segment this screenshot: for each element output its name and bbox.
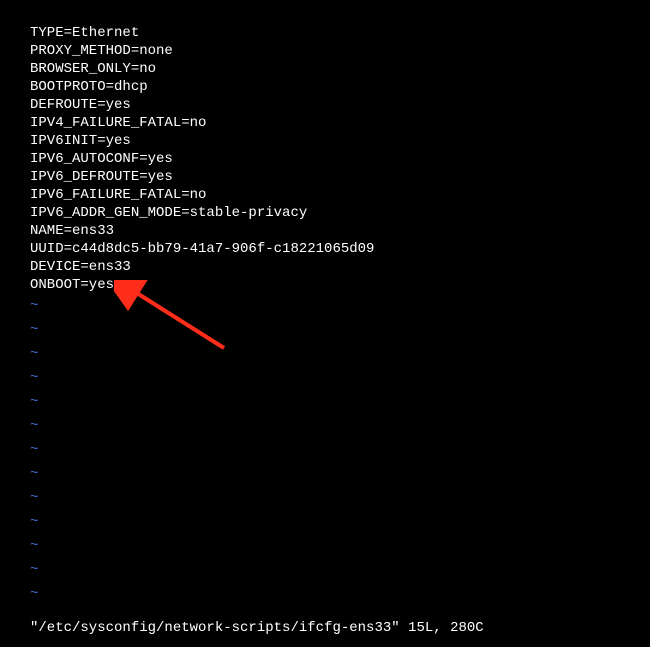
config-line: NAME=ens33 <box>30 222 620 240</box>
config-line: IPV6_AUTOCONF=yes <box>30 150 620 168</box>
empty-line-tilde: ~ <box>30 510 620 534</box>
empty-line-tilde: ~ <box>30 462 620 486</box>
config-line: ONBOOT=yes <box>30 276 620 294</box>
empty-line-tilde: ~ <box>30 318 620 342</box>
config-line: IPV6_ADDR_GEN_MODE=stable-privacy <box>30 204 620 222</box>
empty-lines: ~~~~~~~~~~~~~ <box>30 294 620 606</box>
empty-line-tilde: ~ <box>30 558 620 582</box>
empty-line-tilde: ~ <box>30 438 620 462</box>
config-line: IPV6_DEFROUTE=yes <box>30 168 620 186</box>
config-line: IPV4_FAILURE_FATAL=no <box>30 114 620 132</box>
vi-status-line: "/etc/sysconfig/network-scripts/ifcfg-en… <box>30 619 484 637</box>
empty-line-tilde: ~ <box>30 486 620 510</box>
config-line: TYPE=Ethernet <box>30 24 620 42</box>
config-line: UUID=c44d8dc5-bb79-41a7-906f-c18221065d0… <box>30 240 620 258</box>
empty-line-tilde: ~ <box>30 582 620 606</box>
empty-line-tilde: ~ <box>30 366 620 390</box>
config-line: IPV6_FAILURE_FATAL=no <box>30 186 620 204</box>
config-line: BOOTPROTO=dhcp <box>30 78 620 96</box>
empty-line-tilde: ~ <box>30 390 620 414</box>
config-line: BROWSER_ONLY=no <box>30 60 620 78</box>
empty-line-tilde: ~ <box>30 534 620 558</box>
config-content: TYPE=EthernetPROXY_METHOD=noneBROWSER_ON… <box>30 24 620 294</box>
config-line: IPV6INIT=yes <box>30 132 620 150</box>
config-line: PROXY_METHOD=none <box>30 42 620 60</box>
config-line: DEFROUTE=yes <box>30 96 620 114</box>
empty-line-tilde: ~ <box>30 342 620 366</box>
empty-line-tilde: ~ <box>30 294 620 318</box>
terminal-window[interactable]: TYPE=EthernetPROXY_METHOD=noneBROWSER_ON… <box>0 0 650 647</box>
empty-line-tilde: ~ <box>30 414 620 438</box>
config-line: DEVICE=ens33 <box>30 258 620 276</box>
